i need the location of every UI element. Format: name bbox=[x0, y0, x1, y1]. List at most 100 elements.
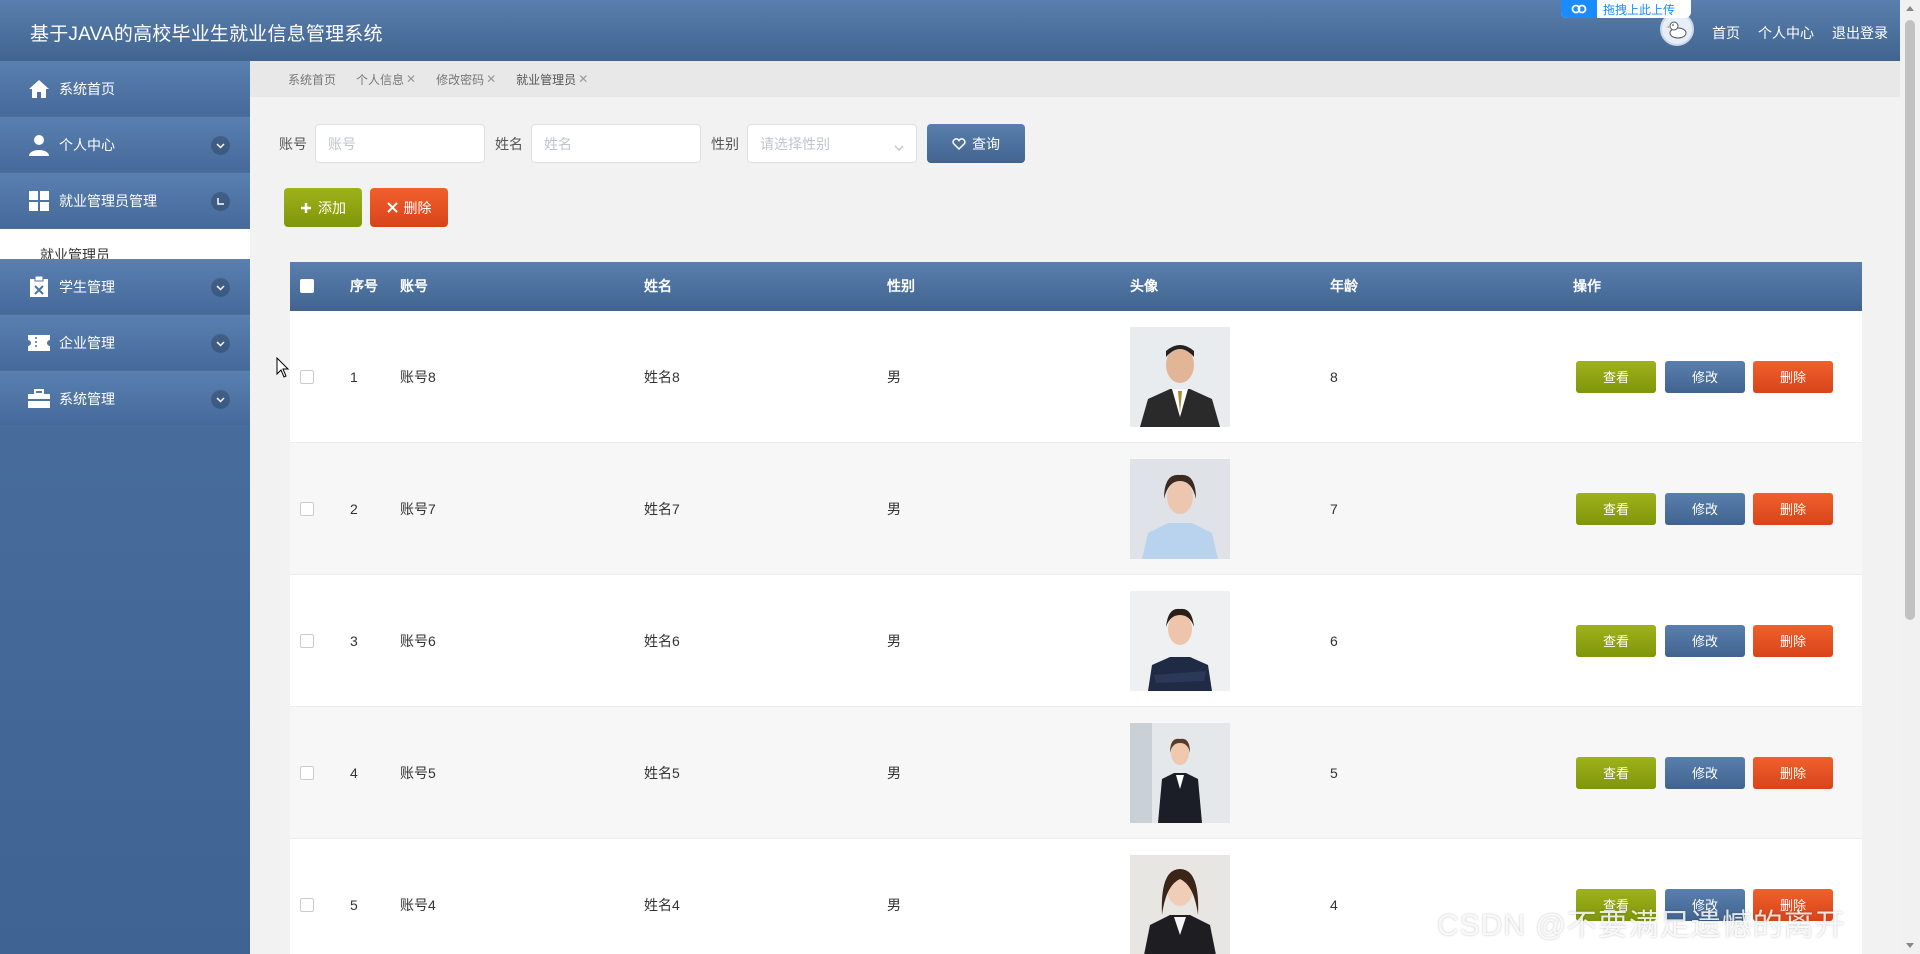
tab-change-password[interactable]: 修改密码 ✕ bbox=[436, 71, 496, 88]
grid-icon bbox=[27, 189, 51, 213]
cell-gender: 男 bbox=[887, 368, 901, 385]
row-checkbox[interactable] bbox=[300, 501, 314, 516]
sidebar-item-label: 就业管理员管理 bbox=[59, 192, 157, 209]
cell-account: 账号5 bbox=[400, 764, 436, 781]
cell-index: 1 bbox=[350, 368, 358, 385]
cell-age: 7 bbox=[1330, 500, 1338, 517]
close-icon[interactable]: ✕ bbox=[486, 72, 496, 86]
add-button[interactable]: 添加 bbox=[284, 188, 362, 227]
sidebar-item-home[interactable]: 系统首页 bbox=[0, 61, 250, 117]
app-title: 基于JAVA的高校毕业生就业信息管理系统 bbox=[30, 24, 383, 45]
cell-age: 8 bbox=[1330, 368, 1338, 385]
close-icon bbox=[386, 202, 398, 213]
header-nav: 首页 个人中心 退出登录 bbox=[1660, 12, 1888, 46]
tab-employment-admin[interactable]: 就业管理员 ✕ bbox=[516, 71, 588, 88]
row-checkbox[interactable] bbox=[300, 369, 314, 384]
cell-account: 账号4 bbox=[400, 896, 436, 913]
clipboard-icon bbox=[27, 275, 51, 299]
avatar-photo bbox=[1130, 722, 1230, 823]
tab-label: 系统首页 bbox=[288, 72, 337, 87]
view-button[interactable]: 查看 bbox=[1576, 756, 1656, 789]
submenu-label: 就业管理员 bbox=[40, 247, 110, 259]
delete-selected-button[interactable]: 删除 bbox=[370, 188, 448, 227]
nav-home[interactable]: 首页 bbox=[1712, 23, 1740, 43]
row-checkbox[interactable] bbox=[300, 897, 314, 912]
gender-label: 性别 bbox=[711, 135, 739, 152]
cell-index: 3 bbox=[350, 632, 358, 649]
header-index: 序号 bbox=[350, 278, 378, 294]
watermark: CSDN @不要满足遗憾的离开 bbox=[1437, 909, 1846, 942]
edit-button[interactable]: 修改 bbox=[1665, 360, 1745, 393]
chevron-up-icon bbox=[211, 192, 230, 211]
query-button[interactable]: 查询 bbox=[927, 124, 1025, 163]
sidebar-item-personal-center[interactable]: 个人中心 bbox=[0, 117, 250, 173]
plus-icon bbox=[301, 202, 311, 213]
nav-personal-center[interactable]: 个人中心 bbox=[1758, 23, 1814, 43]
cell-age: 4 bbox=[1330, 896, 1338, 913]
sidebar-item-student-management[interactable]: 学生管理 bbox=[0, 259, 250, 315]
user-icon bbox=[27, 133, 51, 157]
heart-icon bbox=[952, 137, 966, 150]
tab-system-home[interactable]: 系统首页 bbox=[288, 71, 336, 88]
chevron-down-icon bbox=[211, 390, 230, 409]
upload-badge[interactable]: 拖拽上此上传 bbox=[1561, 0, 1691, 18]
cell-gender: 男 bbox=[887, 500, 901, 517]
row-checkbox[interactable] bbox=[300, 765, 314, 780]
chevron-down-icon bbox=[211, 278, 230, 297]
submenu-employment-admin[interactable]: 就业管理员 bbox=[0, 229, 250, 259]
account-label: 账号 bbox=[279, 135, 307, 152]
duck-icon bbox=[1666, 21, 1687, 39]
page-scrollbar[interactable] bbox=[1900, 0, 1920, 954]
sidebar-item-system-management[interactable]: 系统管理 bbox=[0, 371, 250, 427]
table-header: 序号 账号 姓名 性别 头像 年龄 操作 bbox=[290, 262, 1862, 311]
delete-button[interactable]: 删除 bbox=[1753, 360, 1833, 393]
cell-age: 6 bbox=[1330, 632, 1338, 649]
cell-name: 姓名8 bbox=[644, 368, 680, 385]
sidebar-item-label: 系统首页 bbox=[59, 80, 115, 97]
tab-label: 修改密码 bbox=[436, 72, 485, 87]
close-icon[interactable]: ✕ bbox=[578, 72, 588, 86]
cell-index: 5 bbox=[350, 896, 358, 913]
cell-name: 姓名5 bbox=[644, 764, 680, 781]
scroll-up-arrow-icon[interactable] bbox=[1906, 6, 1914, 11]
cell-gender: 男 bbox=[887, 764, 901, 781]
select-all-checkbox[interactable] bbox=[300, 279, 314, 293]
tab-label: 个人信息 bbox=[356, 72, 405, 87]
tab-bar: 系统首页 个人信息 ✕ 修改密码 ✕ 就业管理员 ✕ bbox=[250, 61, 1900, 97]
mouse-cursor-icon bbox=[276, 357, 290, 378]
tab-personal-info[interactable]: 个人信息 ✕ bbox=[356, 71, 416, 88]
edit-button[interactable]: 修改 bbox=[1665, 492, 1745, 525]
edit-button[interactable]: 修改 bbox=[1665, 756, 1745, 789]
cell-name: 姓名7 bbox=[644, 500, 680, 517]
delete-button[interactable]: 删除 bbox=[1753, 756, 1833, 789]
table-row: 3 账号6 姓名6 男 6 查看 修改 删除 bbox=[290, 575, 1862, 707]
header-actions: 操作 bbox=[1573, 278, 1601, 294]
admin-table: 序号 账号 姓名 性别 头像 年龄 操作 1 账号8 姓名8 男 8 查看 修改… bbox=[290, 262, 1862, 954]
account-input[interactable] bbox=[315, 124, 485, 163]
cell-index: 4 bbox=[350, 764, 358, 781]
nav-logout[interactable]: 退出登录 bbox=[1832, 23, 1888, 43]
view-button[interactable]: 查看 bbox=[1576, 624, 1656, 657]
name-input[interactable] bbox=[531, 124, 701, 163]
gender-select[interactable]: 请选择性别 bbox=[747, 124, 917, 163]
sidebar-item-company-management[interactable]: 企业管理 bbox=[0, 315, 250, 371]
chevron-down-icon bbox=[211, 334, 230, 353]
briefcase-icon bbox=[27, 387, 51, 411]
sidebar-item-label: 个人中心 bbox=[59, 136, 115, 153]
view-button[interactable]: 查看 bbox=[1576, 492, 1656, 525]
chevron-down-icon bbox=[211, 136, 230, 155]
scrollbar-thumb[interactable] bbox=[1905, 20, 1915, 620]
delete-button[interactable]: 删除 bbox=[1753, 492, 1833, 525]
edit-button[interactable]: 修改 bbox=[1665, 624, 1745, 657]
sidebar-item-employment-admin[interactable]: 就业管理员管理 bbox=[0, 173, 250, 229]
tab-label: 就业管理员 bbox=[516, 72, 577, 87]
header-name: 姓名 bbox=[644, 278, 672, 294]
cell-gender: 男 bbox=[887, 632, 901, 649]
delete-button[interactable]: 删除 bbox=[1753, 624, 1833, 657]
avatar-photo bbox=[1130, 854, 1230, 954]
close-icon[interactable]: ✕ bbox=[406, 72, 416, 86]
row-checkbox[interactable] bbox=[300, 633, 314, 648]
view-button[interactable]: 查看 bbox=[1576, 360, 1656, 393]
sidebar-item-label: 企业管理 bbox=[59, 334, 115, 351]
scroll-down-arrow-icon[interactable] bbox=[1906, 943, 1914, 948]
